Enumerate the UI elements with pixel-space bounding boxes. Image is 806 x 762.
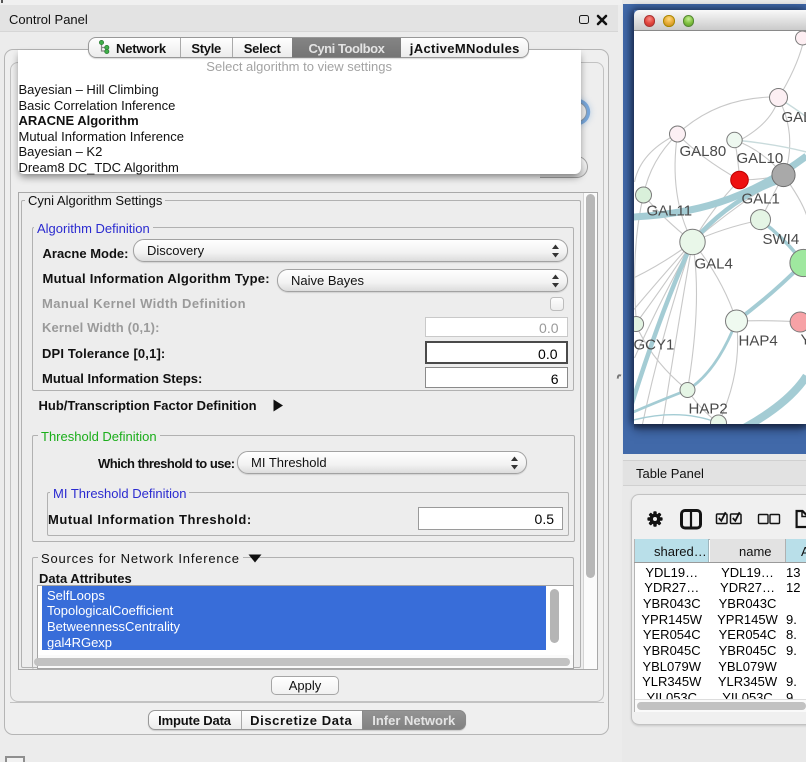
svg-text:Y: Y — [800, 332, 806, 349]
svg-text:GAL80: GAL80 — [679, 143, 726, 160]
svg-text:GAL10: GAL10 — [736, 150, 783, 167]
svg-text:GAL4: GAL4 — [694, 256, 732, 273]
svg-text:GAL7: GAL7 — [781, 109, 806, 126]
svg-text:SWI4: SWI4 — [762, 231, 799, 248]
svg-text:GAL11: GAL11 — [646, 203, 692, 220]
svg-text:GCY1: GCY1 — [634, 337, 674, 354]
svg-text:HAP4: HAP4 — [738, 333, 777, 350]
svg-text:GAL1: GAL1 — [741, 191, 779, 208]
svg-text:HAP2: HAP2 — [688, 401, 727, 418]
